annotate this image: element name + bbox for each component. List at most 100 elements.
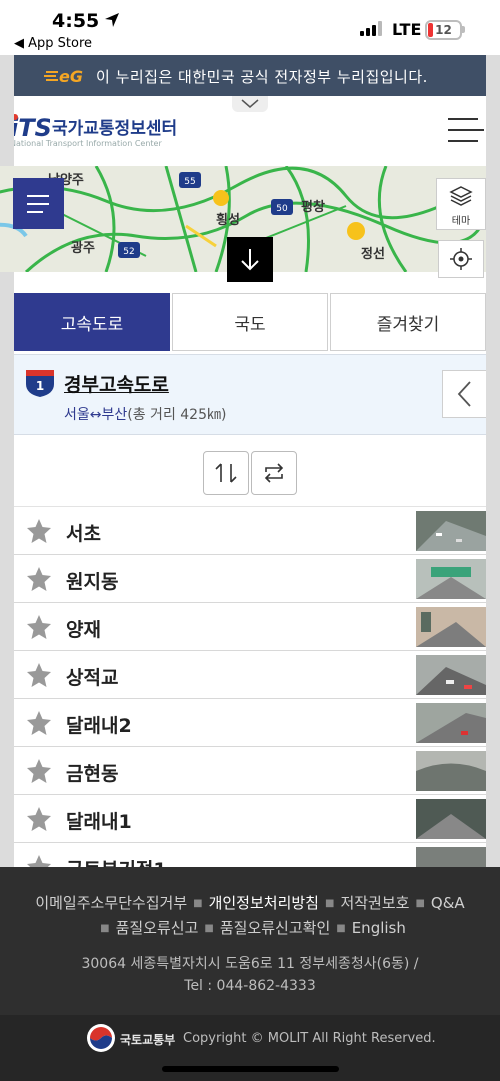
crosshair-icon bbox=[450, 248, 472, 270]
battery-level: 12 bbox=[435, 23, 452, 37]
route-number: 1 bbox=[36, 379, 44, 393]
star-icon[interactable] bbox=[26, 758, 52, 784]
layers-icon bbox=[449, 186, 473, 206]
molit-emblem-icon bbox=[87, 1024, 115, 1052]
sort-arrows-icon bbox=[215, 463, 237, 483]
cctv-thumbnail[interactable] bbox=[416, 847, 486, 867]
footer-link[interactable]: 저작권보호 bbox=[340, 894, 409, 912]
star-icon[interactable] bbox=[26, 566, 52, 592]
cctv-name: 상적교 bbox=[66, 667, 119, 689]
cctv-thumbnail[interactable] bbox=[416, 703, 486, 743]
map-shield-52: 52 bbox=[118, 242, 140, 258]
map-theme-label: 테마 bbox=[451, 216, 471, 227]
svg-text:52: 52 bbox=[123, 247, 134, 257]
svg-text:eG: eG bbox=[59, 67, 83, 86]
eg-logo-icon: eG bbox=[44, 67, 83, 86]
route-subtitle: 서울↔부산(총 거리 425㎞) bbox=[64, 404, 226, 424]
cctv-name: 서초 bbox=[66, 523, 101, 545]
map-label: 정선 bbox=[361, 246, 385, 262]
footer-tel: Tel : 044-862-4333 bbox=[184, 978, 316, 994]
cctv-name: 원지동 bbox=[66, 571, 119, 593]
list-item[interactable]: 상적교 bbox=[14, 651, 486, 699]
cctv-name: 금토분기점1 bbox=[66, 855, 167, 867]
footer-link[interactable]: 품질오류신고 bbox=[116, 919, 199, 937]
map-label: 광주 bbox=[71, 241, 95, 256]
list-item[interactable]: 달래내1 bbox=[14, 795, 486, 843]
site-logo-title[interactable]: 국가교통정보센터 bbox=[52, 114, 177, 139]
svg-text:55: 55 bbox=[184, 177, 195, 187]
footer-link[interactable]: 품질오류신고확인 bbox=[220, 919, 330, 937]
list-item[interactable]: 금현동 bbox=[14, 747, 486, 795]
chevron-down-icon bbox=[241, 99, 259, 108]
list-item[interactable]: 원지동 bbox=[14, 555, 486, 603]
banner-toggle-button[interactable] bbox=[232, 96, 268, 112]
its-logo-icon[interactable]: iTS bbox=[14, 112, 50, 140]
signal-icon bbox=[360, 21, 384, 36]
cctv-thumbnail[interactable] bbox=[416, 655, 486, 695]
map-collapse-button[interactable] bbox=[227, 237, 273, 282]
copyright-text: Copyright © MOLIT All Right Reserved. bbox=[183, 1031, 436, 1046]
hamburger-icon[interactable] bbox=[448, 118, 484, 144]
home-indicator[interactable] bbox=[162, 1066, 339, 1072]
map-shield-50: 50 bbox=[271, 199, 293, 215]
star-icon[interactable] bbox=[26, 518, 52, 544]
back-to-app-store[interactable]: ◀ App Store bbox=[14, 36, 92, 51]
gov-banner: eG 이 누리집은 대한민국 공식 전자정부 누리집입니다. bbox=[14, 55, 486, 96]
cctv-thumbnail[interactable] bbox=[416, 799, 486, 839]
direction-controls bbox=[14, 436, 486, 507]
list-item[interactable]: 달래내2 bbox=[14, 699, 486, 747]
list-item[interactable]: 금토분기점1 bbox=[14, 843, 486, 867]
footer-link[interactable]: 개인정보처리방침 bbox=[209, 894, 319, 912]
star-icon[interactable] bbox=[26, 662, 52, 688]
route-back-button[interactable] bbox=[442, 370, 486, 418]
map-menu-button[interactable] bbox=[13, 178, 64, 229]
star-icon[interactable] bbox=[26, 710, 52, 736]
map-theme-button[interactable]: 테마 bbox=[436, 178, 486, 230]
footer-link[interactable]: 이메일주소무단수집거부 bbox=[35, 894, 187, 912]
footer-address-block: 30064 세종특별자치시 도움6로 11 정부세종청사(6동) / Tel :… bbox=[0, 953, 500, 997]
cctv-name: 달래내2 bbox=[66, 715, 132, 737]
map-incident-icon[interactable] bbox=[347, 222, 365, 240]
footer-address: 30064 세종특별자치시 도움6로 11 정부세종청사(6동) / bbox=[81, 956, 419, 972]
star-icon[interactable] bbox=[26, 806, 52, 832]
swap-direction-button[interactable] bbox=[251, 451, 297, 495]
route-shield-icon: 1 bbox=[26, 370, 54, 397]
gov-banner-text: 이 누리집은 대한민국 공식 전자정부 누리집입니다. bbox=[96, 68, 428, 86]
star-icon[interactable] bbox=[26, 614, 52, 640]
sort-direction-button[interactable] bbox=[203, 451, 249, 495]
chevron-left-icon bbox=[457, 381, 471, 407]
footer-link[interactable]: English bbox=[352, 919, 406, 937]
arrow-down-icon bbox=[241, 249, 259, 271]
cctv-name: 달래내1 bbox=[66, 811, 132, 833]
battery-icon: 12 bbox=[425, 20, 462, 40]
location-arrow-icon bbox=[105, 13, 119, 27]
tab-expressway[interactable]: 고속도로 bbox=[14, 293, 170, 351]
cctv-thumbnail[interactable] bbox=[416, 607, 486, 647]
list-item[interactable]: 서초 bbox=[14, 507, 486, 555]
star-icon[interactable] bbox=[26, 854, 52, 867]
network-type: LTE bbox=[392, 20, 422, 39]
tab-favorites[interactable]: 즐겨찾기 bbox=[330, 293, 486, 351]
cctv-thumbnail[interactable] bbox=[416, 751, 486, 791]
ministry-name: 국토교통부 bbox=[120, 1033, 176, 1047]
route-name[interactable]: 경부고속도로 bbox=[64, 370, 169, 397]
map-label: 횡성 bbox=[216, 212, 240, 228]
route-header: 1 경부고속도로 서울↔부산(총 거리 425㎞) bbox=[14, 354, 486, 435]
route-distance: (총 거리 425㎞) bbox=[127, 407, 227, 423]
cctv-name: 양재 bbox=[66, 619, 101, 641]
map-incident-icon[interactable] bbox=[213, 190, 229, 206]
cctv-thumbnail[interactable] bbox=[416, 511, 486, 551]
svg-text:iTS: iTS bbox=[14, 114, 50, 140]
svg-text:50: 50 bbox=[276, 204, 288, 214]
cctv-thumbnail[interactable] bbox=[416, 559, 486, 599]
my-location-button[interactable] bbox=[438, 240, 484, 278]
tab-national-road[interactable]: 국도 bbox=[172, 293, 328, 351]
footer-links: 이메일주소무단수집거부 ■ 개인정보처리방침 ■ 저작권보호 ■ Q&A ■ 품질오류신고 ■ 품… bbox=[35, 894, 465, 937]
list-item[interactable]: 양재 bbox=[14, 603, 486, 651]
footer-link[interactable]: Q&A bbox=[431, 894, 465, 912]
map-shield-55: 55 bbox=[179, 172, 201, 188]
repeat-icon bbox=[264, 463, 284, 483]
map-label: 평창 bbox=[301, 199, 325, 215]
cctv-name: 금현동 bbox=[66, 763, 119, 785]
site-footer: 이메일주소무단수집거부 ■ 개인정보처리방침 ■ 저작권보호 ■ Q&A ■ 품질오류신고 ■ 품… bbox=[0, 867, 500, 1081]
